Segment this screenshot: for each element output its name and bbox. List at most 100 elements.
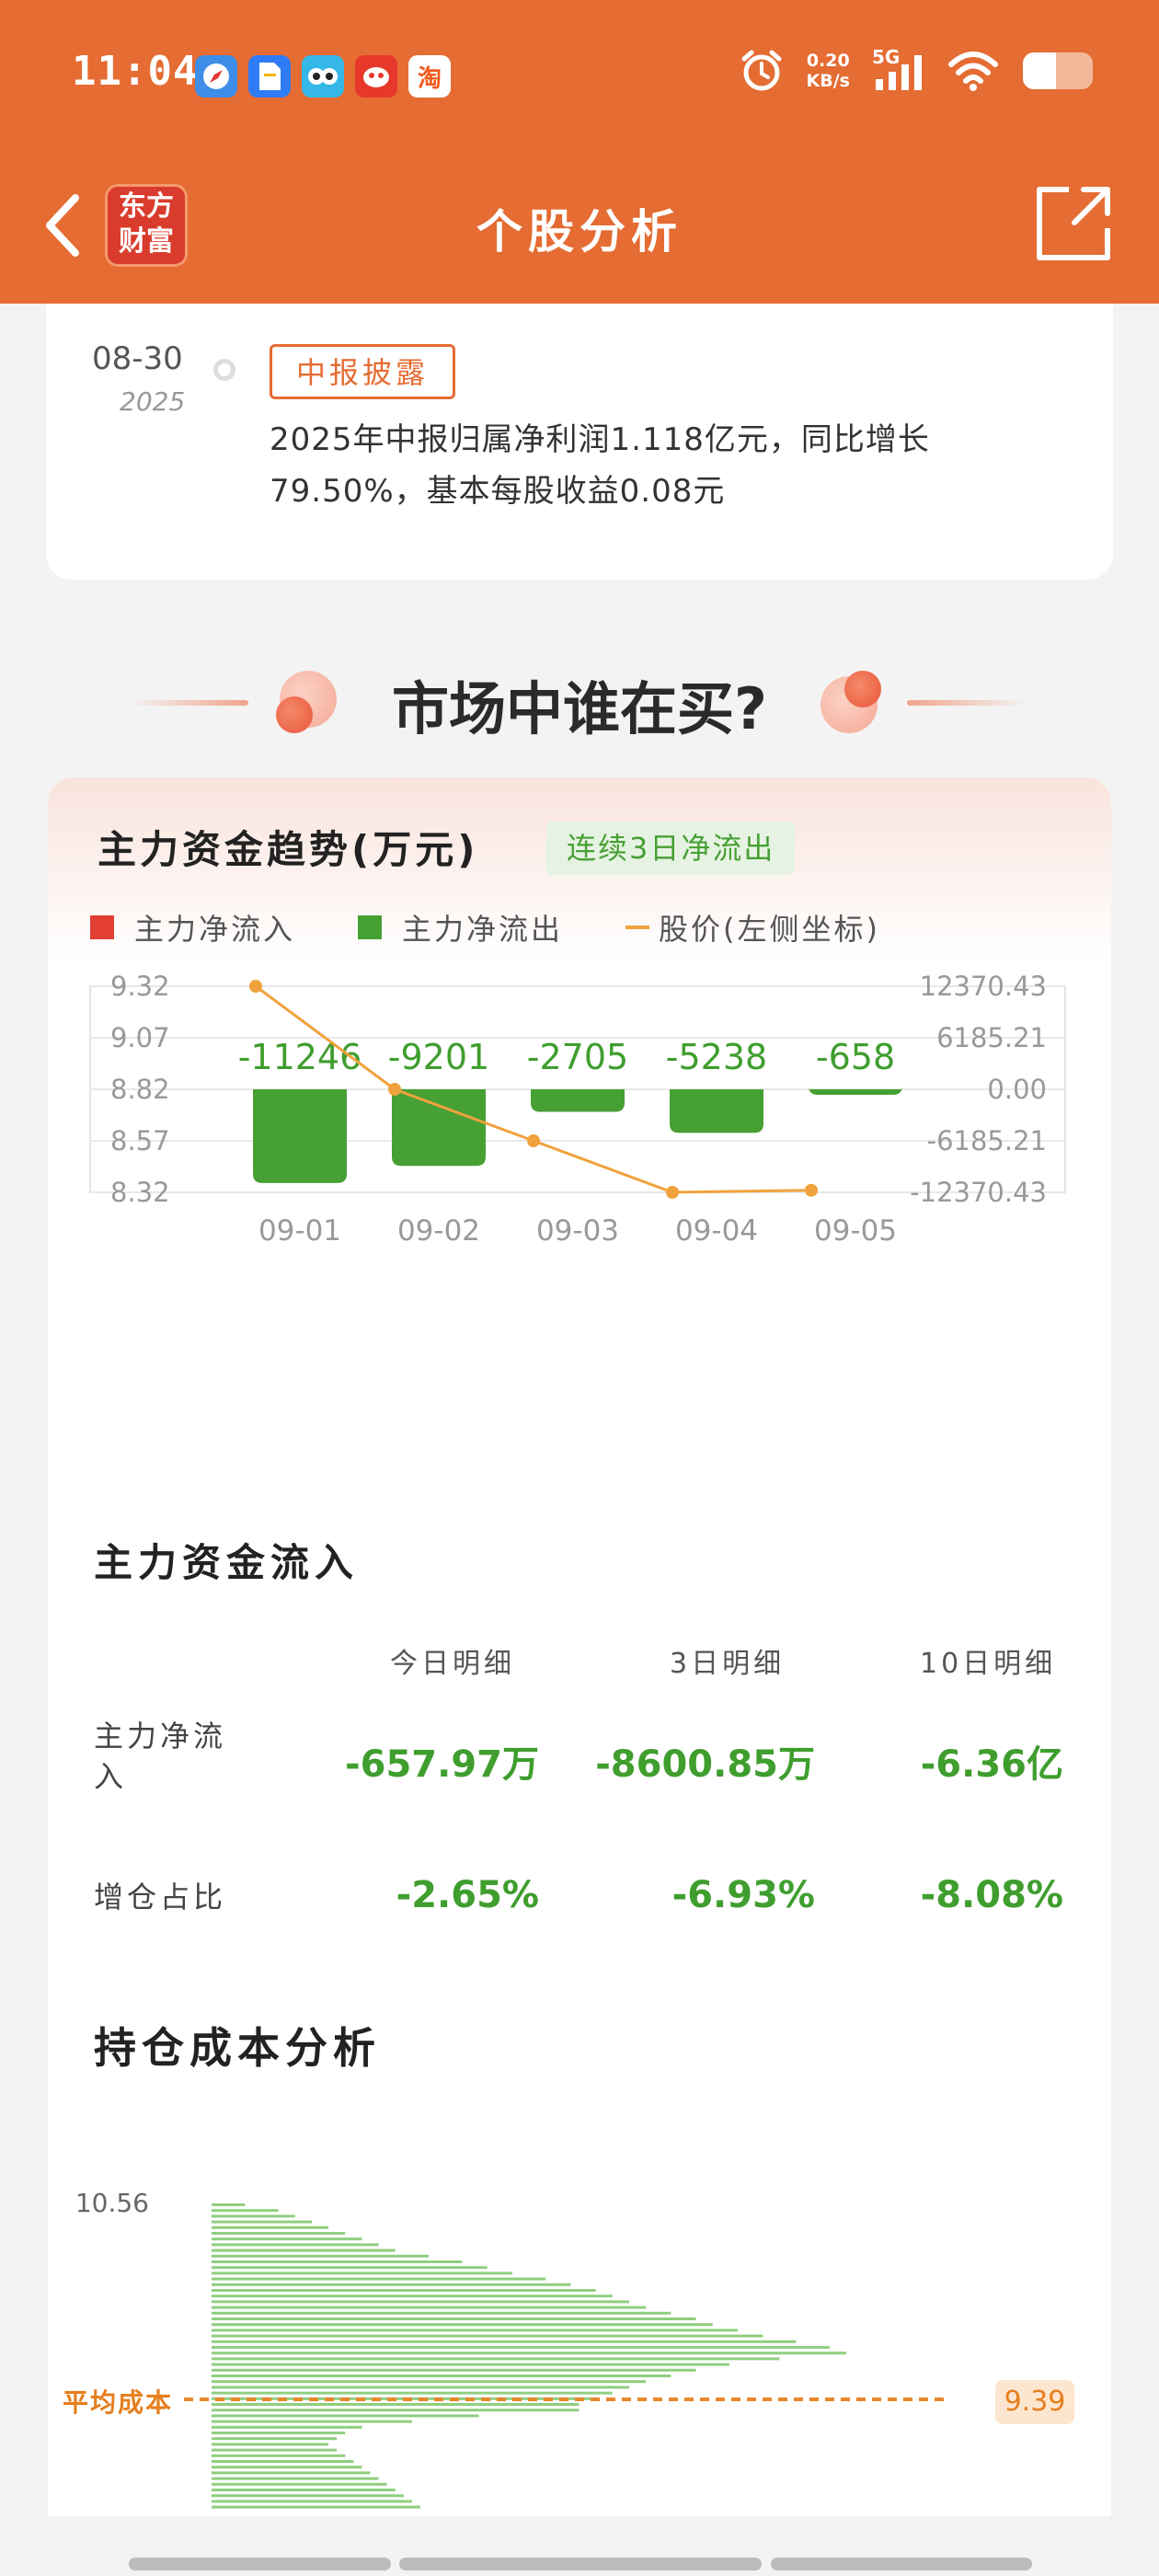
docs-app-icon	[248, 55, 291, 98]
row-label-position-ratio: 增仓占比	[94, 1880, 227, 1915]
scroll-indicator-middle	[399, 2558, 762, 2570]
scroll-indicator-right	[771, 2558, 1032, 2570]
cost-distribution-bar	[212, 2311, 671, 2315]
cost-distribution-bar	[212, 2329, 738, 2332]
cost-distribution-bar	[212, 2323, 713, 2327]
x-tick-label: 09-05	[814, 1214, 897, 1248]
avg-cost-label: 平均成本	[63, 2387, 174, 2418]
bar-value-label: -9201	[388, 1037, 489, 1077]
price-point	[249, 980, 262, 993]
share-button[interactable]	[1032, 182, 1115, 265]
cost-distribution-bar	[212, 2375, 671, 2377]
legend-outflow[interactable]: 主力净流出	[358, 906, 563, 949]
notification-icons: 淘	[195, 55, 451, 98]
cost-distribution-bar	[212, 2306, 647, 2309]
taobao-app-icon: 淘	[408, 55, 451, 98]
fund-trend-card: 主力资金趋势(万元) 连续3日净流出 主力净流入 主力净流出 股价(左侧坐标) …	[48, 777, 1111, 2516]
cost-distribution-bar	[212, 2317, 696, 2320]
x-tick-label: 09-02	[397, 1214, 480, 1248]
cost-distribution-bar	[212, 2352, 846, 2355]
notice-text: 2025年中报归属净利润1.118亿元，同比增长79.50%，基本每股收益0.0…	[270, 421, 930, 510]
flow-bar	[531, 1089, 625, 1112]
cost-distribution-bar	[212, 2209, 279, 2213]
flow-bar	[670, 1089, 763, 1133]
x-tick-label: 09-01	[258, 1214, 341, 1248]
trend-title: 主力资金趋势(万元)	[98, 827, 479, 872]
right-tick-label: -12370.43	[910, 1177, 1047, 1208]
cost-distribution-bar	[212, 2368, 696, 2372]
legend-inflow-label: 主力净流入	[134, 912, 296, 947]
left-tick-label: 8.32	[110, 1177, 170, 1208]
cost-distribution-bar	[212, 2448, 338, 2452]
cost-distribution-bar	[212, 2380, 647, 2384]
flow-bar	[253, 1089, 347, 1183]
cost-distribution-bar	[212, 2443, 329, 2446]
flow-bar	[392, 1089, 486, 1167]
signal-5g-icon: 5G	[872, 46, 925, 92]
notice-year: 2025	[120, 386, 186, 417]
cost-distribution-bar	[212, 2466, 362, 2469]
cost-distribution-bar	[212, 2414, 479, 2418]
compass-app-icon	[195, 55, 237, 98]
price-point	[805, 1183, 818, 1197]
legend-inflow-swatch	[90, 915, 114, 939]
cost-distribution-bar	[212, 2489, 396, 2491]
cost-distribution-bar	[212, 2334, 763, 2338]
price-point	[527, 1134, 540, 1147]
right-tick-label: 12370.43	[920, 971, 1047, 1002]
cost-distribution-bar	[212, 2391, 613, 2395]
cost-distribution-bar	[212, 2225, 329, 2229]
avg-cost-value: 9.39	[995, 2380, 1074, 2424]
timeline-dot	[213, 359, 235, 381]
price-point	[666, 1186, 679, 1199]
right-tick-label: 6185.21	[936, 1022, 1047, 1053]
cost-distribution-bar	[212, 2232, 346, 2235]
cost-distribution-bar	[212, 2363, 729, 2366]
battery-icon	[1023, 52, 1093, 89]
cell-ratio-today: -2.65%	[396, 1874, 539, 1916]
alarm-icon	[741, 50, 782, 91]
col-10day: 10日明细	[920, 1648, 1057, 1680]
cell-net-inflow-10day: -6.36亿	[920, 1743, 1063, 1786]
legend-inflow[interactable]: 主力净流入	[90, 906, 295, 949]
net-speed: 0.20 KB/s	[807, 51, 850, 91]
app-header: 11:04 淘 0.20 KB/s 5G 东方 财富 个股分析	[0, 0, 1159, 304]
price-point	[388, 1083, 401, 1096]
notice-card[interactable]: 08-30 2025 中报披露 2025年中报归属净利润1.118亿元，同比增长…	[46, 304, 1113, 580]
fund-flow-chart[interactable]: 9.32 12370.43 9.07 6185.21 8.82 0.00 8.57 -6185…	[48, 957, 1111, 1343]
row-label-net-inflow: 主力净流入	[94, 1719, 227, 1794]
cost-distribution-bar	[212, 2260, 463, 2263]
deco-ball-right-small	[844, 671, 881, 707]
left-tick-label: 8.57	[110, 1125, 170, 1156]
cost-distribution-bar	[212, 2460, 354, 2463]
notice-tag: 中报披露	[270, 344, 456, 399]
wifi-icon	[948, 52, 998, 91]
notice-date: 08-30	[92, 340, 183, 377]
bar-value-label: -11246	[238, 1037, 362, 1077]
col-3day: 3日明细	[670, 1648, 786, 1680]
col-today: 今日明细	[390, 1648, 515, 1680]
cost-distribution-bar	[212, 2477, 379, 2480]
cost-distribution-bar	[212, 2289, 596, 2292]
cost-distribution-bar	[212, 2454, 346, 2457]
owl-app-icon	[302, 55, 344, 98]
cost-title: 持仓成本分析	[94, 2023, 381, 2073]
left-tick-label: 9.32	[110, 971, 170, 1002]
page-title: 个股分析	[476, 205, 683, 259]
cost-distribution-bar	[212, 2294, 613, 2298]
x-tick-label: 09-04	[675, 1214, 758, 1248]
cost-distribution-bar	[212, 2386, 629, 2389]
chart-legend: 主力净流入 主力净流出 股价(左侧坐标)	[90, 906, 943, 949]
legend-price-swatch	[625, 926, 650, 929]
cell-net-inflow-today: -657.97万	[345, 1743, 539, 1786]
legend-price[interactable]: 股价(左侧坐标)	[625, 906, 880, 949]
right-tick-label: 0.00	[987, 1074, 1047, 1105]
cost-distribution-bar	[212, 2277, 546, 2281]
cost-distribution-chart[interactable]: 10.56	[48, 2157, 1111, 2525]
right-tick-label: -6185.21	[927, 1125, 1047, 1156]
cell-net-inflow-3day: -8600.85万	[595, 1743, 815, 1786]
cost-distribution-bar	[212, 2340, 797, 2343]
cost-distribution-bar	[212, 2220, 312, 2224]
cost-distribution-bar	[212, 2437, 338, 2441]
system-icons: 0.20 KB/s 5G	[739, 46, 1095, 94]
